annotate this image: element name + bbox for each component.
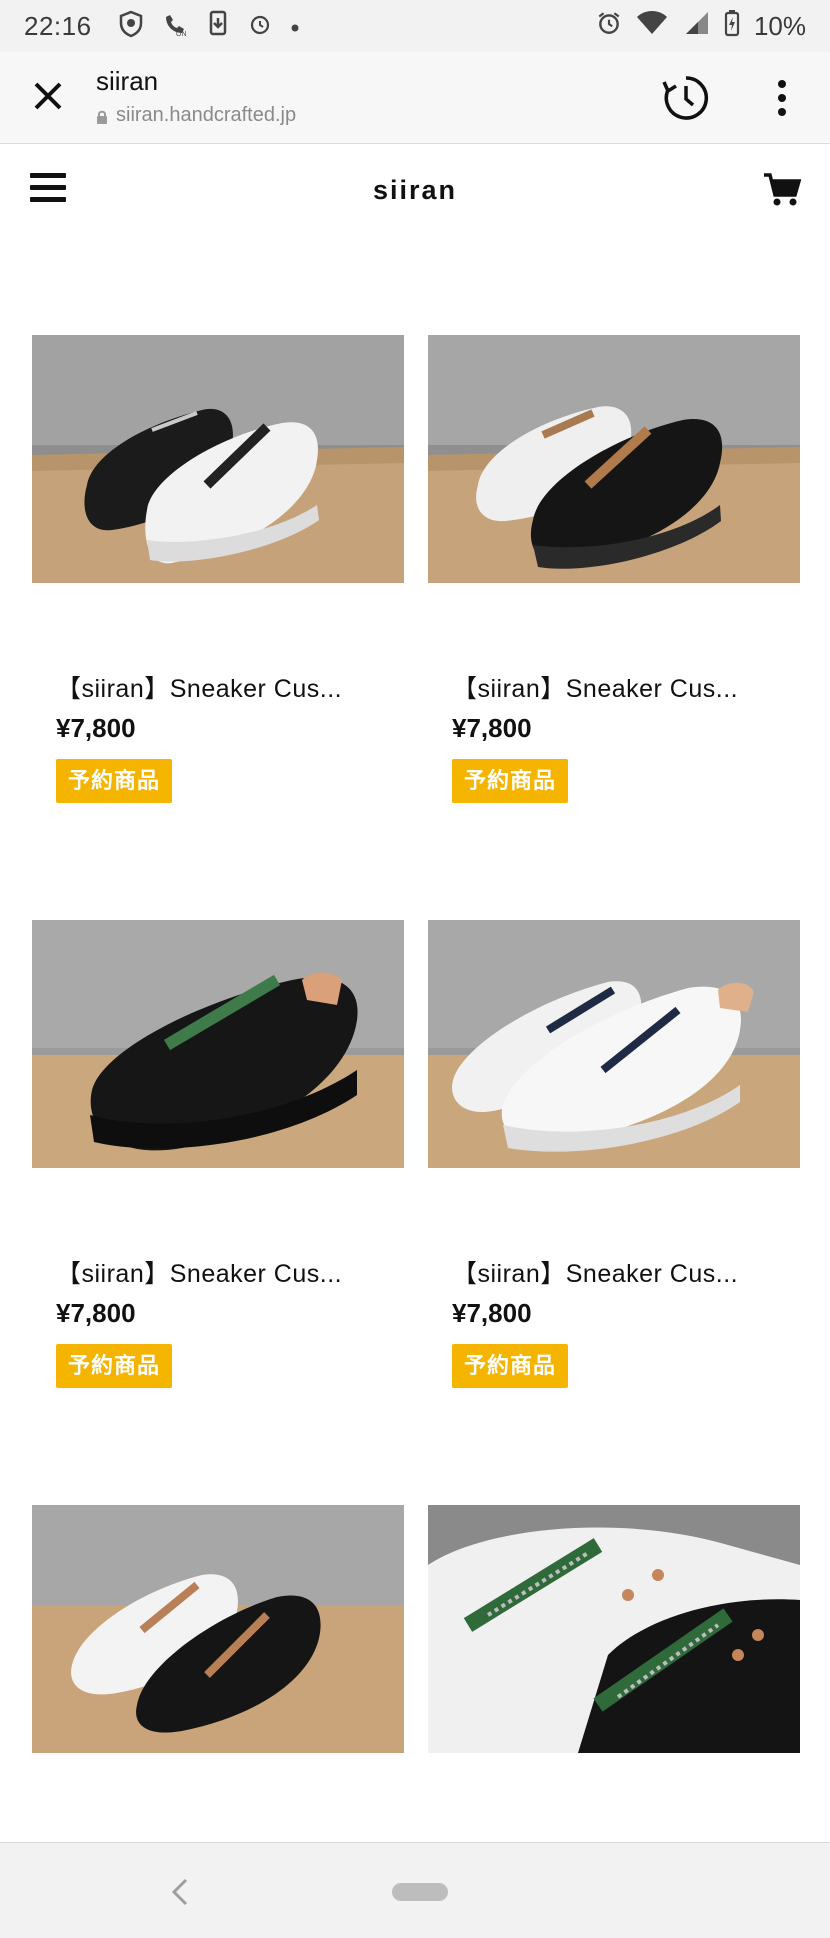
alarm-icon — [248, 12, 272, 40]
product-image[interactable] — [32, 920, 404, 1168]
lock-icon — [96, 108, 108, 124]
browser-toolbar: siiran siiran.handcrafted.jp — [0, 52, 830, 144]
more-options-icon[interactable] — [770, 76, 794, 120]
product-card[interactable]: 【siiran】Sneaker Cus... ¥7,800 予約商品 — [32, 335, 404, 805]
url-display[interactable]: siiran.handcrafted.jp — [96, 104, 296, 127]
product-name[interactable]: 【siiran】Sneaker Cus... — [452, 669, 738, 705]
alarm-icon — [596, 10, 622, 43]
preorder-badge: 予約商品 — [452, 1344, 569, 1388]
product-name[interactable]: 【siiran】Sneaker Cus... — [56, 1254, 342, 1290]
url-text: siiran.handcrafted.jp — [116, 104, 297, 126]
product-card[interactable]: 【siiran】Sneaker Cus... ¥7,800 予約商品 — [428, 920, 800, 1390]
preorder-badge: 予約商品 — [56, 1344, 173, 1388]
product-card[interactable] — [428, 1505, 800, 1753]
product-name[interactable]: 【siiran】Sneaker Cus... — [452, 1254, 738, 1290]
product-card[interactable]: 【siiran】Sneaker Cus... ¥7,800 予約商品 — [32, 920, 404, 1390]
product-image[interactable] — [32, 1505, 404, 1753]
product-price: ¥7,800 — [56, 713, 136, 743]
product-price: ¥7,800 — [56, 1298, 136, 1328]
preorder-badge: 予約商品 — [452, 759, 569, 803]
product-card[interactable]: 【siiran】Sneaker Cus... ¥7,800 予約商品 — [428, 335, 800, 805]
dot-icon — [290, 15, 300, 37]
preorder-badge: 予約商品 — [56, 759, 173, 803]
status-time: 22:16 — [24, 10, 92, 41]
svg-text:ON: ON — [176, 31, 187, 37]
product-image[interactable] — [32, 335, 404, 583]
system-navigation-bar — [0, 1842, 830, 1938]
page-title: siiran — [96, 66, 159, 96]
battery-percentage: 10% — [753, 10, 806, 41]
site-brand[interactable]: siiran — [0, 175, 830, 206]
site-header: siiran — [0, 145, 830, 237]
product-image[interactable] — [428, 335, 800, 583]
call-on-icon: ON — [162, 11, 188, 41]
cart-icon[interactable] — [762, 169, 802, 209]
product-image[interactable] — [428, 920, 800, 1168]
signal-icon — [682, 10, 710, 43]
product-card[interactable] — [32, 1505, 404, 1753]
product-price: ¥7,800 — [452, 713, 532, 743]
wifi-icon — [636, 10, 668, 43]
close-icon[interactable] — [26, 74, 70, 118]
history-icon[interactable] — [660, 72, 712, 124]
battery-icon — [724, 9, 740, 44]
download-icon — [206, 10, 230, 42]
product-image[interactable] — [428, 1505, 800, 1753]
home-pill[interactable] — [392, 1883, 448, 1901]
product-name[interactable]: 【siiran】Sneaker Cus... — [56, 669, 342, 705]
shield-icon — [118, 10, 144, 42]
status-bar: 22:16 ON 10% — [0, 0, 830, 52]
product-price: ¥7,800 — [452, 1298, 532, 1328]
back-icon[interactable] — [168, 1877, 192, 1907]
